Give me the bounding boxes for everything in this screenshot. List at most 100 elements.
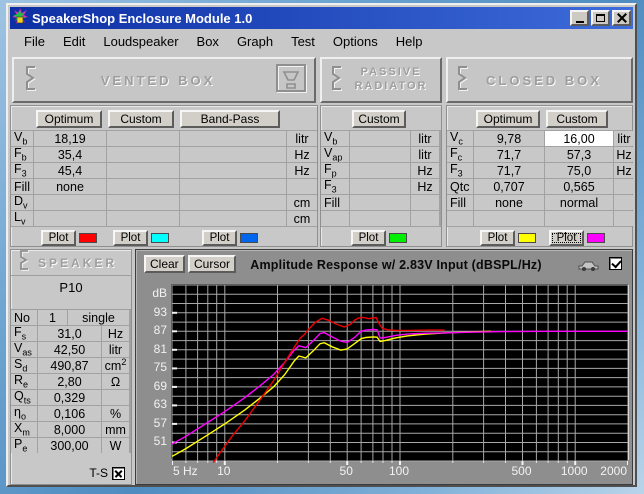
speaker-param-unit: mm	[102, 422, 129, 437]
param-value: 71,7	[474, 147, 544, 162]
speaker-param-value: 31,0	[38, 326, 101, 341]
desktop-background: SpeakerShop Enclosure Module 1.0 FileEdi…	[0, 0, 644, 494]
speaker-param-unit	[102, 390, 129, 405]
param-unit: cm	[287, 211, 317, 226]
ts-checkbox[interactable]	[112, 467, 125, 480]
param-label: Fill	[447, 195, 473, 210]
closed-custom-button[interactable]: Custom	[546, 110, 608, 128]
param-value	[350, 163, 410, 178]
param-label: F3	[11, 163, 33, 178]
param-unit	[411, 195, 439, 210]
param-value	[107, 147, 179, 162]
menu-item-box[interactable]: Box	[189, 31, 227, 52]
param-value	[180, 211, 286, 226]
vented-bandpass-button[interactable]: Band-Pass	[180, 110, 280, 128]
menu-item-help[interactable]: Help	[388, 31, 431, 52]
speaker-param-value: 2,80	[38, 374, 101, 389]
param-value	[180, 131, 286, 146]
closed-plot-button[interactable]: Plot	[480, 230, 516, 246]
closed-plot-button[interactable]: Plot	[549, 230, 585, 246]
param-value	[474, 211, 544, 226]
param-unit: litr	[411, 147, 439, 162]
ts-label: T-S	[89, 466, 108, 480]
y-tick-label: 75	[154, 360, 167, 374]
menu-item-edit[interactable]: Edit	[55, 31, 93, 52]
vented-mode-buttons: Optimum Custom Band-Pass	[11, 108, 317, 130]
passive-custom-button[interactable]: Custom	[352, 110, 406, 128]
speaker-icon	[17, 249, 32, 276]
close-button[interactable]	[612, 10, 631, 26]
param-value: 45,4	[34, 163, 106, 178]
speaker-param-label: Fs	[11, 326, 37, 341]
param-value: 35,4	[34, 147, 106, 162]
speaker-model-name[interactable]: P10	[11, 276, 131, 310]
param-label: Fc	[447, 147, 473, 162]
speaker-mode-value[interactable]: single	[68, 310, 129, 325]
speaker-panel-title: SPEAKER	[38, 256, 117, 270]
window-content: VENTED BOX PASSIVE RADIATOR	[10, 53, 633, 487]
closed-box-header: CLOSED BOX	[446, 57, 633, 103]
cursor-button[interactable]: Cursor	[188, 255, 236, 273]
x-tick-label: 10	[217, 464, 230, 478]
amplitude-plot[interactable]	[171, 284, 629, 460]
x-tick-label: 5 Hz	[173, 464, 198, 478]
speaker-param-label: Sd	[11, 358, 37, 373]
speaker-param-value: 490,87	[38, 358, 101, 373]
window-title: SpeakerShop Enclosure Module 1.0	[32, 11, 570, 26]
y-tick-label: 93	[154, 305, 167, 319]
param-label: Lv	[11, 211, 33, 226]
param-label: Vb	[11, 131, 33, 146]
param-unit: Hz	[411, 163, 439, 178]
plot-color-chip	[79, 233, 97, 243]
speaker-param-value: 0,329	[38, 390, 101, 405]
car-icon[interactable]	[577, 258, 600, 276]
vented-plot-button[interactable]: Plot	[41, 230, 77, 246]
vented-box-diagram-icon	[274, 62, 308, 99]
plot-color-chip	[587, 233, 605, 243]
menu-item-file[interactable]: File	[16, 31, 53, 52]
speaker-param-value: 300,00	[38, 438, 101, 453]
y-tick-label: 63	[154, 397, 167, 411]
passive-radiator-title: PASSIVE RADIATOR	[348, 66, 434, 94]
param-value	[180, 147, 286, 162]
speaker-no-label: No	[11, 310, 37, 325]
param-value	[180, 195, 286, 210]
passive-plot-button[interactable]: Plot	[351, 230, 387, 246]
closed-optimum-button[interactable]: Optimum	[476, 110, 540, 128]
x-tick-label: 1000	[561, 464, 588, 478]
vented-box-panel: OptimumCustomBand-PassVb18,19litrFb35,4H…	[10, 105, 318, 247]
vented-optimum-button[interactable]: Optimum	[36, 110, 102, 128]
param-unit: Hz	[411, 179, 439, 194]
menu-item-loudspeaker[interactable]: Loudspeaker	[95, 31, 186, 52]
param-value	[545, 211, 613, 226]
vented-custom-button[interactable]: Custom	[108, 110, 174, 128]
y-tick-label: 69	[154, 379, 167, 393]
speaker-param-label: Xm	[11, 422, 37, 437]
param-unit: litr	[411, 131, 439, 146]
speaker-param-unit: litr	[102, 342, 129, 357]
menu-item-options[interactable]: Options	[325, 31, 386, 52]
param-value	[180, 179, 286, 194]
minimize-button[interactable]	[570, 10, 589, 26]
closed-box-panel: OptimumCustomVc9,7816,00litrFc71,757,3Hz…	[446, 105, 633, 247]
x-axis-labels: 5 Hz105010050010002000	[136, 464, 634, 480]
menu-item-graph[interactable]: Graph	[229, 31, 281, 52]
plot-color-chip	[151, 233, 169, 243]
vented-plot-button[interactable]: Plot	[202, 230, 238, 246]
param-value[interactable]: 16,00	[545, 131, 613, 146]
y-axis-labels: dB9387817569635751	[136, 250, 169, 462]
speaker-param-value: 0,106	[38, 406, 101, 421]
param-value	[350, 211, 410, 226]
param-value	[350, 131, 410, 146]
menu-item-test[interactable]: Test	[283, 31, 323, 52]
maximize-button[interactable]	[591, 10, 610, 26]
graph-checkbox[interactable]	[609, 257, 622, 270]
vented-plot-button[interactable]: Plot	[113, 230, 149, 246]
x-tick-label: 2000	[600, 464, 627, 478]
title-bar[interactable]: SpeakerShop Enclosure Module 1.0	[10, 7, 633, 29]
param-value	[107, 179, 179, 194]
menu-bar: FileEditLoudspeakerBoxGraphTestOptionsHe…	[10, 29, 633, 53]
speaker-param-label: Pe	[11, 438, 37, 453]
speaker-no-cells: 1single	[38, 310, 129, 325]
param-label: Qtc	[447, 179, 473, 194]
